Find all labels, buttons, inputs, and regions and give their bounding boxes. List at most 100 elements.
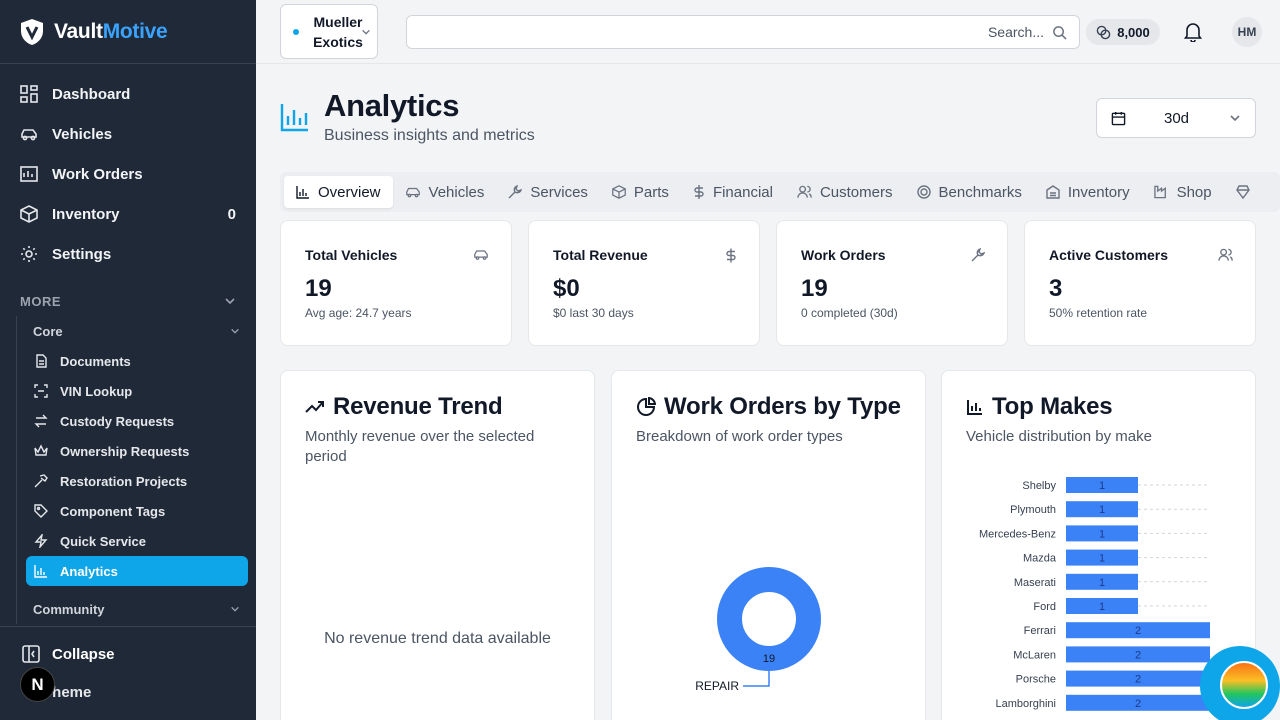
tab-shop[interactable]: Shop (1142, 176, 1224, 208)
stat-label: Total Vehicles (305, 247, 398, 263)
sidebar-item-restoration-projects[interactable]: Restoration Projects (26, 466, 248, 496)
date-range-select[interactable]: 30d (1096, 98, 1256, 138)
panel-left-icon (22, 645, 40, 663)
revenue-trend-card: Revenue Trend Monthly revenue over the s… (280, 370, 595, 720)
credits-badge[interactable]: 8,000 (1086, 19, 1160, 45)
nav-vehicles-label: Vehicles (52, 125, 113, 143)
tab-inventory[interactable]: Inventory (1034, 176, 1142, 208)
chevron-down-icon (231, 606, 239, 612)
sidebar-item-component-tags[interactable]: Component Tags (26, 496, 248, 526)
collapse-label: Collapse (52, 645, 115, 663)
sidebar-item-quick-service[interactable]: Quick Service (26, 526, 248, 556)
shield-logo-icon (21, 18, 43, 45)
bar-value-label: 2 (1135, 698, 1141, 710)
stat-sub: $0 last 30 days (553, 306, 634, 320)
sidebar-item-documents[interactable]: Documents (26, 346, 248, 376)
stat-value: 19 (801, 275, 828, 302)
box-icon (612, 185, 626, 199)
sidebar-item-vin-lookup[interactable]: VIN Lookup (26, 376, 248, 406)
bar-value-label: 1 (1099, 528, 1105, 540)
dashboard-icon (20, 85, 38, 103)
car-icon (474, 250, 488, 260)
sidebar-item-label: Analytics (60, 563, 118, 579)
calendar-icon (1111, 111, 1126, 125)
bar-value-label: 1 (1099, 504, 1105, 516)
users-icon (797, 185, 812, 198)
nav-dashboard[interactable]: Dashboard (0, 74, 256, 114)
tab-vehicles[interactable]: Vehicles (393, 176, 497, 208)
pie-leader-line (743, 671, 770, 687)
sidebar-item-custody-requests[interactable]: Custody Requests (26, 406, 248, 436)
brand-logo[interactable]: VaultMotive (0, 0, 256, 64)
tab-label: Services (530, 183, 588, 201)
tab-benchmarks[interactable]: Benchmarks (905, 176, 1034, 208)
bar-category-label: Mazda (1023, 553, 1057, 565)
work-orders-by-type-card: Work Orders by Type Breakdown of work or… (611, 370, 926, 720)
stat-value: 3 (1049, 275, 1063, 302)
tab-parts[interactable]: Parts (600, 176, 681, 208)
tab-more[interactable] (1224, 176, 1262, 208)
topbar: MuellerExotics 8,000 HM (256, 0, 1280, 64)
sidebar-item-label: Ownership Requests (60, 443, 190, 459)
target-icon (916, 185, 931, 199)
bar-category-label: Mercedes-Benz (979, 528, 1056, 540)
bar-value-label: 2 (1135, 674, 1141, 686)
tab-label: Inventory (1067, 183, 1130, 201)
wrench-icon (971, 248, 985, 262)
users-icon (1218, 248, 1233, 261)
assistant-avatar-icon[interactable] (1220, 661, 1268, 709)
tab-label: Benchmarks (938, 183, 1022, 201)
bar-chart-icon (296, 186, 309, 199)
tab-overview[interactable]: Overview (284, 176, 393, 208)
sidebar-item-label: Restoration Projects (60, 473, 188, 489)
sidebar-item-analytics[interactable]: Analytics (26, 556, 248, 586)
pie-slice-repair[interactable] (717, 567, 821, 671)
nav-vehicles[interactable]: Vehicles (0, 114, 256, 154)
nav-inventory-label: Inventory (52, 205, 120, 223)
tab-customers[interactable]: Customers (785, 176, 905, 208)
stat-value: $0 (553, 275, 580, 302)
bar-category-label: McLaren (1013, 649, 1056, 661)
search-input[interactable] (844, 24, 1044, 40)
tab-label: Parts (633, 183, 669, 201)
tab-label: Shop (1176, 183, 1212, 201)
tab-label: Customers (819, 183, 893, 201)
date-range-value: 30d (1164, 109, 1190, 127)
core-group-toggle[interactable]: Core (17, 316, 256, 346)
wrench-icon (508, 185, 523, 199)
more-toggle[interactable]: MORE (0, 286, 256, 316)
bar-category-label: Maserati (1014, 577, 1056, 589)
nav-settings[interactable]: Settings (0, 234, 256, 274)
org-switcher[interactable]: Mueller Exotics (280, 4, 378, 59)
sidebar-item-label: Documents (60, 353, 131, 369)
arrows-swap-icon (34, 414, 48, 428)
core-label: Core (33, 323, 63, 339)
tab-services[interactable]: Services (496, 176, 600, 208)
warehouse-icon (1046, 185, 1060, 199)
stat-card-total-vehicles: Total Vehicles 19 Avg age: 24.7 years (280, 220, 512, 346)
tab-label: Financial (712, 183, 773, 201)
stat-label: Work Orders (801, 247, 886, 263)
main-nav: Dashboard Vehicles Work Orders Inventory… (0, 64, 256, 274)
bar-category-label: Porsche (1016, 674, 1056, 686)
stat-value: 19 (305, 275, 332, 302)
trending-up-icon (305, 401, 324, 413)
car-icon (21, 129, 37, 141)
nav-inventory[interactable]: Inventory 0 (0, 194, 256, 234)
bar-value-label: 1 (1099, 577, 1105, 589)
sidebar-item-label: VIN Lookup (60, 383, 133, 399)
tab-financial[interactable]: Financial (681, 176, 785, 208)
bell-icon[interactable] (1184, 22, 1202, 42)
box-icon (20, 205, 38, 223)
stat-sub: 50% retention rate (1049, 306, 1148, 320)
search-icon (1053, 25, 1067, 40)
nav-work-orders[interactable]: Work Orders (0, 154, 256, 194)
sidebar-item-label: Custody Requests (60, 413, 175, 429)
tag-icon (34, 504, 48, 518)
n-badge[interactable]: N (20, 667, 55, 702)
search-box[interactable] (406, 15, 1080, 49)
community-group-toggle[interactable]: Community (17, 594, 256, 624)
user-avatar[interactable]: HM (1232, 17, 1262, 47)
sidebar-item-ownership-requests[interactable]: Ownership Requests (26, 436, 248, 466)
stat-sub: 0 completed (30d) (801, 306, 898, 320)
